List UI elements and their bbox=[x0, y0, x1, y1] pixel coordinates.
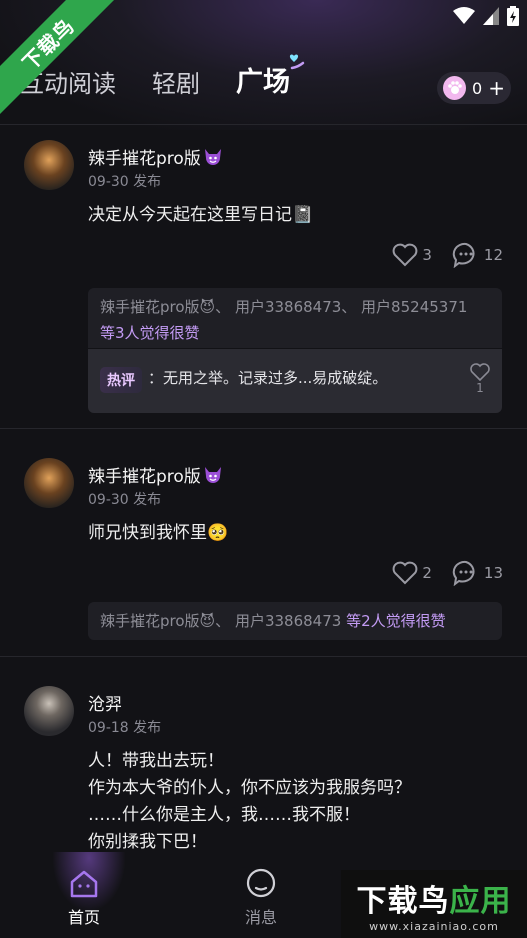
post-content-line: ……什么你是主人，我……我不服！ bbox=[88, 805, 360, 825]
tab-square-label: 广场 bbox=[236, 67, 290, 98]
hot-comment-badge: 热评 bbox=[100, 367, 142, 393]
post-content-line: 人！带我出去玩！ bbox=[88, 751, 224, 771]
author-name-text: 辣手摧花pro版 bbox=[88, 467, 201, 487]
post-date: 09-18 发布 bbox=[88, 720, 162, 736]
author-name[interactable]: 辣手摧花pro版 bbox=[88, 462, 223, 487]
author-name-text: 沧羿 bbox=[88, 695, 122, 715]
heart-sparkle-icon bbox=[289, 54, 305, 70]
divider bbox=[0, 124, 527, 125]
like-button[interactable]: 3 bbox=[392, 243, 432, 267]
divider bbox=[0, 656, 527, 657]
paw-icon bbox=[443, 76, 467, 100]
post-content-line: 你别揉我下巴！ bbox=[88, 832, 207, 852]
hot-comment-text: ：无用之举。记录过多...易成破绽。 bbox=[148, 369, 388, 387]
liked-by-summary[interactable]: 辣手摧花pro版😈、 用户33868473 等2人觉得很赞 bbox=[88, 602, 502, 640]
hot-comment-like-button[interactable]: 1 bbox=[470, 363, 490, 395]
wifi-icon bbox=[453, 7, 475, 24]
nav-messages-label: 消息 bbox=[245, 908, 278, 927]
add-coins-icon[interactable]: + bbox=[488, 76, 505, 100]
watermark-title-b: 应用 bbox=[449, 883, 512, 919]
post-content: 人！带我出去玩！ 作为本大爷的仆人，你不应该为我服务吗？ ……什么你是主人，我…… bbox=[88, 748, 411, 856]
comment-icon bbox=[452, 242, 475, 268]
top-tabs: 互动阅读 轻剧 广场 bbox=[20, 54, 305, 99]
liked-by-summary[interactable]: 辣手摧花pro版😈、 用户33868473、 用户85245371 等3人觉得很… bbox=[88, 288, 502, 348]
watermark-title: 下载鸟应用 bbox=[357, 876, 512, 920]
post-actions: 2 13 bbox=[392, 560, 503, 586]
watermark-logo: 下载鸟应用 www.xiazainiao.com bbox=[341, 870, 527, 938]
tab-short-drama[interactable]: 轻剧 bbox=[152, 64, 200, 99]
devil-emoji-icon bbox=[204, 466, 221, 483]
comment-count: 13 bbox=[483, 564, 503, 582]
heart-icon bbox=[392, 243, 418, 267]
nav-home[interactable]: 首页 bbox=[68, 868, 100, 928]
author-name[interactable]: 沧羿 bbox=[88, 690, 122, 715]
battery-icon bbox=[507, 6, 519, 26]
comment-button[interactable]: 12 bbox=[452, 242, 503, 268]
avatar[interactable] bbox=[24, 458, 74, 508]
devil-emoji-icon bbox=[204, 148, 221, 165]
signal-icon bbox=[483, 7, 499, 25]
post-content-line: 作为本大爷的仆人，你不应该为我服务吗？ bbox=[88, 778, 411, 798]
comment-icon bbox=[452, 560, 475, 586]
divider bbox=[0, 428, 527, 429]
like-count: 3 bbox=[422, 246, 432, 264]
coin-balance-button[interactable]: 0 + bbox=[437, 72, 511, 104]
comment-button[interactable]: 13 bbox=[452, 560, 503, 586]
post-actions: 3 12 bbox=[392, 242, 503, 268]
avatar[interactable] bbox=[24, 140, 74, 190]
coin-count: 0 bbox=[472, 78, 483, 98]
hot-comment[interactable]: 热评 ：无用之举。记录过多...易成破绽。 1 bbox=[88, 349, 502, 413]
heart-icon bbox=[470, 363, 490, 381]
hot-comment-like-count: 1 bbox=[476, 381, 484, 395]
author-name[interactable]: 辣手摧花pro版 bbox=[88, 144, 223, 169]
heart-icon bbox=[392, 561, 418, 585]
author-name-text: 辣手摧花pro版 bbox=[88, 149, 201, 169]
like-count: 2 bbox=[422, 564, 432, 582]
liked-by-count: 等3人觉得很赞 bbox=[100, 324, 200, 342]
watermark-url: www.xiazainiao.com bbox=[369, 919, 499, 933]
liked-by-users: 辣手摧花pro版😈、 用户33868473 bbox=[100, 612, 342, 630]
home-icon bbox=[70, 870, 98, 898]
nav-home-label: 首页 bbox=[68, 908, 101, 927]
post-date: 09-30 发布 bbox=[88, 492, 162, 508]
liked-by-users: 辣手摧花pro版😈、 用户33868473、 用户85245371 bbox=[100, 298, 468, 316]
post-content: 师兄快到我怀里🥺 bbox=[88, 523, 229, 543]
message-icon bbox=[246, 868, 276, 898]
post-date: 09-30 发布 bbox=[88, 174, 162, 190]
liked-by-count: 等2人觉得很赞 bbox=[341, 612, 446, 630]
avatar[interactable] bbox=[24, 686, 74, 736]
like-button[interactable]: 2 bbox=[392, 561, 432, 585]
tab-square[interactable]: 广场 bbox=[236, 54, 305, 99]
watermark-title-a: 下载鸟 bbox=[356, 883, 450, 919]
post-content: 决定从今天起在这里写日记📓 bbox=[88, 205, 314, 225]
comment-count: 12 bbox=[483, 246, 503, 264]
nav-messages[interactable]: 消息 bbox=[245, 868, 277, 928]
